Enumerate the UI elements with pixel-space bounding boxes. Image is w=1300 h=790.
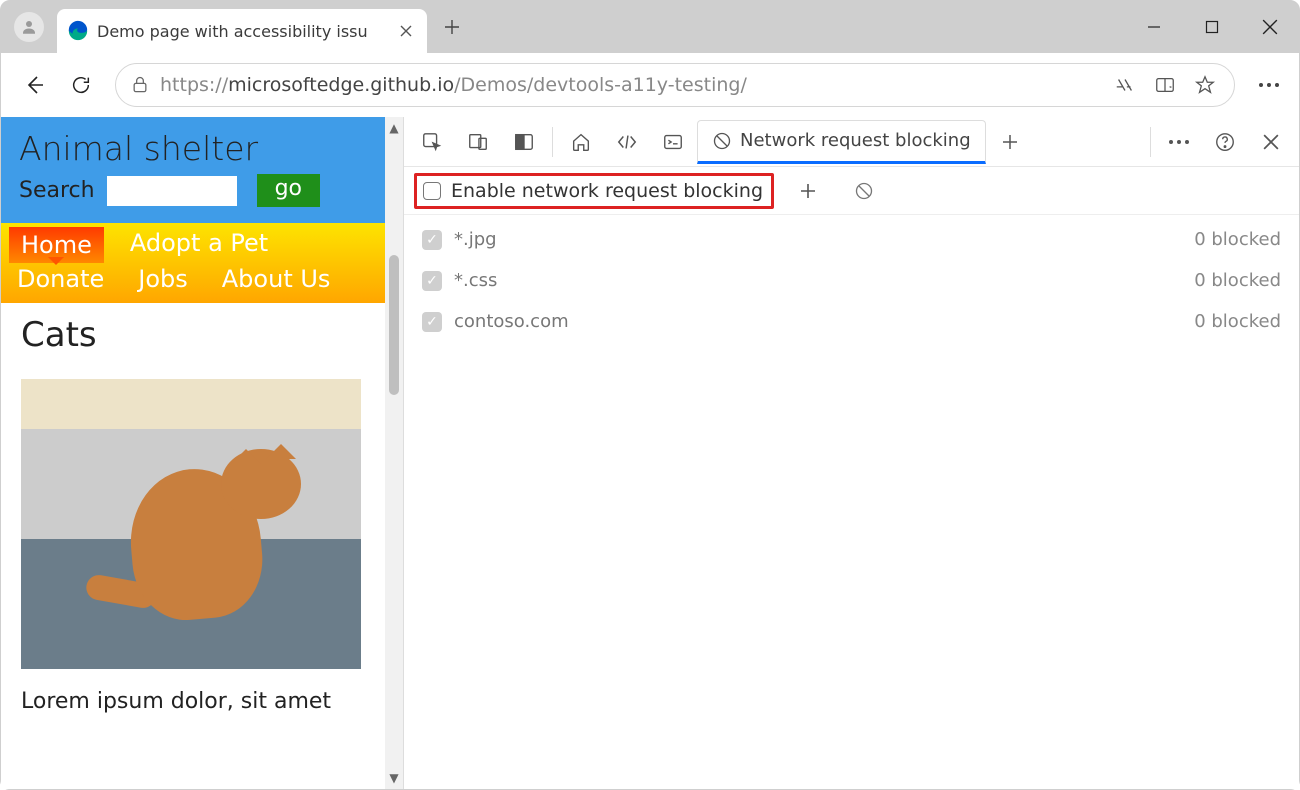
search-label: Search <box>19 178 95 203</box>
read-aloud-button[interactable] <box>1106 66 1144 104</box>
site-title: Animal shelter <box>19 129 367 168</box>
close-window-button[interactable] <box>1241 1 1299 53</box>
page-header: Animal shelter Search go <box>1 117 385 223</box>
pattern-checkbox[interactable]: ✓ <box>422 312 442 332</box>
pattern-row[interactable]: ✓ *.css 0 blocked <box>404 260 1299 301</box>
tab-title: Demo page with accessibility issu <box>97 22 368 41</box>
page-scrollbar[interactable]: ▲ ▼ <box>385 117 403 789</box>
add-pattern-button[interactable] <box>786 169 830 213</box>
profile-button[interactable] <box>1 1 57 53</box>
console-tab-button[interactable] <box>651 120 695 164</box>
person-icon <box>14 12 44 42</box>
titlebar: Demo page with accessibility issu <box>1 1 1299 53</box>
network-blocking-tab[interactable]: Network request blocking <box>697 120 986 164</box>
page-viewport: Animal shelter Search go Home Adopt a Pe… <box>1 117 403 789</box>
pattern-row[interactable]: ✓ *.jpg 0 blocked <box>404 219 1299 260</box>
lorem-text: Lorem ipsum dolor, sit amet <box>21 689 365 714</box>
browser-window: Demo page with accessibility issu <box>0 0 1300 790</box>
pattern-text: *.css <box>454 270 497 291</box>
browser-tab[interactable]: Demo page with accessibility issu <box>57 9 427 53</box>
more-tabs-button[interactable] <box>988 120 1032 164</box>
lock-icon <box>130 75 150 95</box>
url-path: /Demos/devtools-a11y-testing/ <box>454 74 747 96</box>
site-nav: Home Adopt a Pet Donate Jobs About Us <box>1 223 385 303</box>
pattern-checkbox[interactable]: ✓ <box>422 271 442 291</box>
scroll-thumb[interactable] <box>389 255 399 395</box>
address-bar[interactable]: https://microsoftedge.github.io/Demos/de… <box>115 63 1235 107</box>
favorite-button[interactable] <box>1186 66 1224 104</box>
url-text: https://microsoftedge.github.io/Demos/de… <box>160 74 1096 96</box>
pattern-row[interactable]: ✓ contoso.com 0 blocked <box>404 301 1299 342</box>
nav-adopt[interactable]: Adopt a Pet <box>122 227 276 263</box>
pattern-text: *.jpg <box>454 229 497 250</box>
pattern-checkbox[interactable]: ✓ <box>422 230 442 250</box>
pattern-count: 0 blocked <box>1194 270 1281 291</box>
back-button[interactable] <box>15 65 55 105</box>
enable-blocking-highlight: Enable network request blocking <box>414 173 774 209</box>
enable-blocking-checkbox[interactable] <box>423 182 441 200</box>
blocking-toolbar: Enable network request blocking <box>404 167 1299 215</box>
welcome-tab-button[interactable] <box>559 120 603 164</box>
nav-jobs[interactable]: Jobs <box>130 263 196 295</box>
minimize-button[interactable] <box>1125 1 1183 53</box>
pattern-text: contoso.com <box>454 311 569 332</box>
nav-about[interactable]: About Us <box>214 263 339 295</box>
pattern-list: ✓ *.jpg 0 blocked ✓ *.css 0 blocked ✓ co… <box>404 215 1299 346</box>
nav-home[interactable]: Home <box>9 227 104 263</box>
tab-close-button[interactable] <box>397 22 415 40</box>
dock-side-button[interactable] <box>502 120 546 164</box>
inspect-element-button[interactable] <box>410 120 454 164</box>
block-icon <box>712 131 732 151</box>
url-host: microsoftedge.github.io <box>228 74 454 96</box>
refresh-button[interactable] <box>61 65 101 105</box>
window-controls <box>1125 1 1299 53</box>
elements-tab-button[interactable] <box>605 120 649 164</box>
device-emulation-button[interactable] <box>456 120 500 164</box>
remove-all-button[interactable] <box>842 169 886 213</box>
scroll-down-icon[interactable]: ▼ <box>389 771 398 785</box>
devtools-tab-label: Network request blocking <box>740 130 971 151</box>
maximize-button[interactable] <box>1183 1 1241 53</box>
scroll-up-icon[interactable]: ▲ <box>389 121 398 135</box>
url-proto: https:// <box>160 74 228 96</box>
devtools-tabbar: Network request blocking <box>404 117 1299 167</box>
browser-toolbar: https://microsoftedge.github.io/Demos/de… <box>1 53 1299 117</box>
devtools-help-button[interactable] <box>1203 120 1247 164</box>
cat-image <box>21 379 361 669</box>
cats-section: Cats Lorem ipsum dolor, sit amet <box>1 303 385 720</box>
reading-mode-button[interactable] <box>1146 66 1184 104</box>
search-input[interactable] <box>107 176 237 206</box>
devtools-panel: Network request blocking <box>403 117 1299 789</box>
pattern-count: 0 blocked <box>1194 229 1281 250</box>
go-button[interactable]: go <box>257 174 320 207</box>
edge-icon <box>67 20 89 42</box>
settings-menu-button[interactable] <box>1249 65 1289 105</box>
enable-blocking-label: Enable network request blocking <box>451 180 763 202</box>
devtools-close-button[interactable] <box>1249 120 1293 164</box>
devtools-more-button[interactable] <box>1157 120 1201 164</box>
content-area: Animal shelter Search go Home Adopt a Pe… <box>1 117 1299 789</box>
new-tab-button[interactable] <box>427 1 477 53</box>
demo-page: Animal shelter Search go Home Adopt a Pe… <box>1 117 385 789</box>
pattern-count: 0 blocked <box>1194 311 1281 332</box>
section-heading: Cats <box>21 315 365 355</box>
